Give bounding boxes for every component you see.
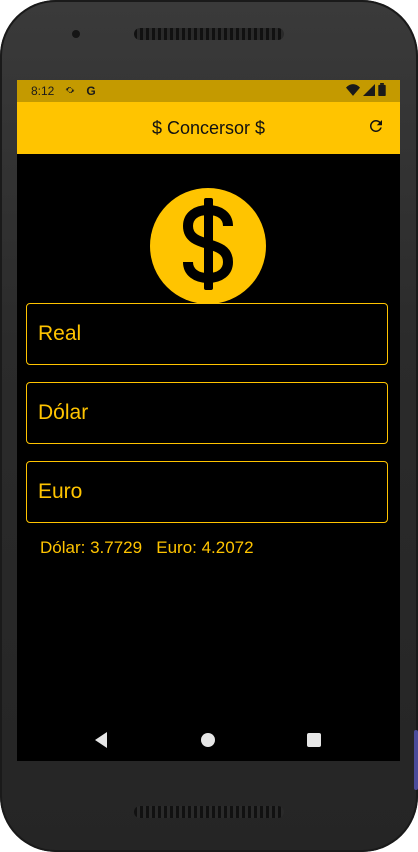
euro-field[interactable] bbox=[26, 461, 388, 523]
battery-icon bbox=[378, 83, 386, 99]
home-icon[interactable] bbox=[201, 733, 215, 747]
front-camera bbox=[72, 30, 80, 38]
bottom-speaker bbox=[134, 806, 284, 818]
dollar-sign-icon bbox=[176, 196, 240, 297]
wifi-icon bbox=[346, 83, 360, 99]
app-title: $ Concersor $ bbox=[151, 117, 266, 138]
top-speaker bbox=[134, 28, 284, 40]
google-g-icon: G bbox=[86, 84, 96, 98]
dolar-field[interactable] bbox=[26, 382, 388, 444]
dollar-logo bbox=[150, 188, 266, 304]
app-bar: $ Concersor $ bbox=[17, 102, 400, 154]
phone-frame: 8:12 G $ Concersor $ Real Dólar Euro Dól… bbox=[0, 0, 418, 852]
real-field[interactable] bbox=[26, 303, 388, 365]
status-bar: 8:12 G bbox=[17, 80, 400, 102]
dolar-input[interactable] bbox=[27, 400, 387, 426]
real-input[interactable] bbox=[27, 321, 387, 347]
refresh-icon bbox=[367, 117, 385, 140]
signal-icon bbox=[363, 83, 375, 99]
status-time: 8:12 bbox=[31, 84, 55, 98]
nav-bar bbox=[17, 720, 400, 761]
side-button bbox=[414, 730, 418, 790]
screen: 8:12 G $ Concersor $ Real Dólar Euro Dól… bbox=[17, 80, 400, 761]
back-icon[interactable] bbox=[95, 732, 107, 748]
euro-input[interactable] bbox=[27, 479, 387, 505]
settings-icon bbox=[64, 84, 76, 99]
refresh-button[interactable] bbox=[366, 118, 386, 138]
recents-icon[interactable] bbox=[307, 733, 321, 747]
exchange-rates-text: Dólar: 3.7729 Euro: 4.2072 bbox=[40, 538, 254, 557]
